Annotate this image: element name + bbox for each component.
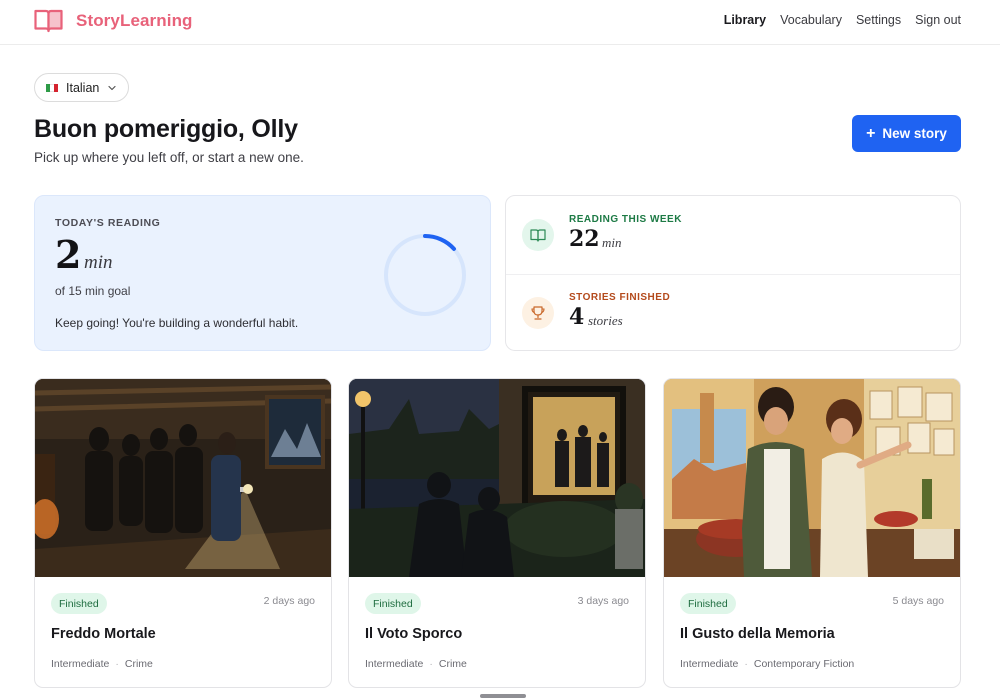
reading-goal-text: of 15 min goal xyxy=(55,284,131,298)
new-story-button-label: New story xyxy=(882,126,947,141)
main-nav: Library Vocabulary Settings Sign out xyxy=(724,13,961,27)
reading-progress-ring xyxy=(384,234,466,316)
story-meta: Intermediate · Crime xyxy=(51,658,153,670)
story-level: Intermediate xyxy=(51,658,110,670)
nav-sign-out[interactable]: Sign out xyxy=(915,13,961,27)
todays-reading-card: TODAY'S READING 2 min of 15 min goal Kee… xyxy=(34,195,491,351)
status-badge: Finished xyxy=(680,593,736,614)
encouragement-note: Keep going! You're building a wonderful … xyxy=(55,316,299,330)
todays-reading-label: TODAY'S READING xyxy=(55,217,161,229)
reading-this-week-unit: min xyxy=(602,235,622,250)
story-title: Freddo Mortale xyxy=(51,626,156,642)
story-title: Il Voto Sporco xyxy=(365,626,463,642)
todays-reading-value: 2 xyxy=(55,232,82,277)
story-level: Intermediate xyxy=(680,658,739,670)
nav-library[interactable]: Library xyxy=(724,13,766,27)
meta-separator: · xyxy=(115,658,119,670)
nav-vocabulary[interactable]: Vocabulary xyxy=(780,13,842,27)
reading-this-week-value: 22 xyxy=(569,226,600,252)
new-story-button[interactable]: + New story xyxy=(852,115,961,152)
story-card-il-voto-sporco[interactable]: Finished 3 days ago Il Voto Sporco Inter… xyxy=(348,378,646,688)
story-genre: Contemporary Fiction xyxy=(753,658,855,670)
todays-reading-unit: min xyxy=(84,252,113,273)
story-meta: Intermediate · Crime xyxy=(365,658,467,670)
meta-separator: · xyxy=(744,658,748,670)
story-genre: Crime xyxy=(438,658,467,670)
story-cover-image xyxy=(349,379,645,577)
meta-separator: · xyxy=(429,658,433,670)
story-meta: Intermediate · Contemporary Fiction xyxy=(680,658,854,670)
story-timestamp: 2 days ago xyxy=(263,595,315,607)
story-cover-image xyxy=(664,379,960,577)
open-book-icon xyxy=(522,219,554,251)
stories-finished-label: STORIES FINISHED xyxy=(569,292,671,303)
status-badge: Finished xyxy=(365,593,421,614)
story-card-il-gusto-della-memoria[interactable]: Finished 5 days ago Il Gusto della Memor… xyxy=(663,378,961,688)
brand-name: StoryLearning xyxy=(76,11,193,30)
chevron-down-icon xyxy=(108,85,116,90)
stories-finished-value: 4 xyxy=(569,304,585,330)
story-card-freddo-mortale[interactable]: Finished 2 days ago Freddo Mortale Inter… xyxy=(34,378,332,688)
top-navigation-bar: StoryLearning Library Vocabulary Setting… xyxy=(0,0,1000,45)
nav-settings[interactable]: Settings xyxy=(856,13,901,27)
trophy-icon xyxy=(522,297,554,329)
page-title: Buon pomeriggio, Olly xyxy=(34,115,298,143)
reading-stats-card: READING THIS WEEK 22 min STORIES FINISHE… xyxy=(505,195,961,351)
plus-icon: + xyxy=(866,124,876,142)
story-title: Il Gusto della Memoria xyxy=(680,626,835,642)
story-cover-image xyxy=(35,379,331,577)
story-genre: Crime xyxy=(124,658,153,670)
brand[interactable]: StoryLearning xyxy=(34,8,193,34)
open-book-logo-icon xyxy=(34,9,63,33)
language-selector[interactable]: Italian xyxy=(34,73,129,102)
stats-divider xyxy=(506,274,960,275)
scrollbar-thumb[interactable] xyxy=(480,694,526,698)
italy-flag-icon xyxy=(46,83,58,92)
language-selector-label: Italian xyxy=(66,80,100,95)
status-badge: Finished xyxy=(51,593,107,614)
stories-finished-unit: stories xyxy=(588,313,623,328)
story-timestamp: 5 days ago xyxy=(892,595,944,607)
story-timestamp: 3 days ago xyxy=(577,595,629,607)
story-level: Intermediate xyxy=(365,658,424,670)
page-subtitle: Pick up where you left off, or start a n… xyxy=(34,150,304,165)
reading-this-week-label: READING THIS WEEK xyxy=(569,214,682,225)
